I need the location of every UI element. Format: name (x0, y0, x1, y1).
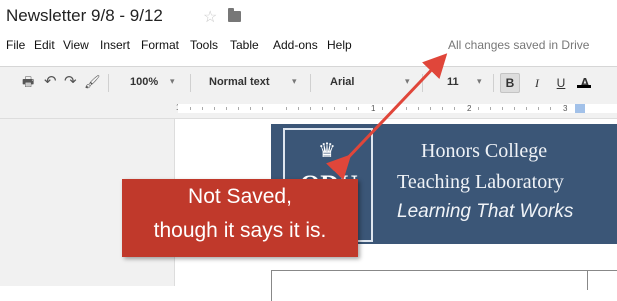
chevron-down-icon[interactable]: ▾ (405, 76, 410, 87)
menu-tools[interactable]: Tools (190, 38, 218, 52)
italic-button[interactable]: I (527, 73, 547, 93)
chevron-down-icon[interactable]: ▾ (292, 76, 297, 87)
crown-icon: ♛ (318, 140, 336, 162)
chevron-down-icon[interactable]: ▾ (477, 76, 482, 87)
font-size-select[interactable]: 11 (447, 76, 459, 88)
menu-file[interactable]: File (6, 38, 25, 52)
document-title[interactable]: Newsletter 9/8 - 9/12 (6, 6, 163, 26)
bold-button[interactable]: B (500, 73, 520, 93)
ruler-track: 1 2 3 (178, 104, 617, 113)
undo-icon[interactable]: ↶ (44, 74, 57, 89)
banner-line-2: Teaching Laboratory (397, 171, 564, 193)
paint-format-icon[interactable]: 🖌 (84, 75, 101, 89)
save-status[interactable]: All changes saved in Drive (448, 38, 617, 52)
ruler-number: 3 (563, 104, 568, 113)
indent-marker[interactable] (575, 104, 585, 113)
banner-line-3: Learning That Works (397, 201, 574, 222)
text-color-button[interactable]: A (575, 73, 595, 93)
menu-insert[interactable]: Insert (100, 38, 130, 52)
toolbar-divider (493, 74, 494, 92)
table-column-divider (587, 270, 588, 290)
ruler[interactable]: 1 1 2 3 (0, 99, 617, 119)
annotation-line-2: though it says it is. (153, 219, 327, 242)
chevron-down-icon[interactable]: ▾ (170, 76, 175, 87)
toolbar-divider (422, 74, 423, 92)
font-select[interactable]: Arial (330, 76, 354, 88)
menu-edit[interactable]: Edit (34, 38, 55, 52)
menu-table[interactable]: Table (230, 38, 259, 52)
menu-format[interactable]: Format (141, 38, 179, 52)
toolbar-divider (108, 74, 109, 92)
zoom-select[interactable]: 100% (130, 76, 158, 88)
toolbar: 🖶 ↶ ↷ 🖌 100% ▾ Normal text ▾ Arial ▾ 11 … (0, 66, 617, 100)
ruler-number: 2 (467, 104, 472, 113)
redo-icon[interactable]: ↷ (64, 74, 77, 89)
folder-icon[interactable] (228, 8, 241, 22)
annotation-line-1: Not Saved, (188, 185, 292, 208)
menu-addons[interactable]: Add-ons (273, 38, 318, 52)
annotation-callout: Not Saved, though it says it is. (122, 179, 358, 257)
menu-view[interactable]: View (63, 38, 89, 52)
text-color-swatch (577, 85, 591, 88)
banner-line-1: Honors College (421, 140, 548, 162)
ruler-number: 1 (371, 104, 376, 113)
style-select[interactable]: Normal text (209, 76, 270, 88)
title-bar: Newsletter 9/8 - 9/12 ☆ (0, 0, 617, 34)
underline-button[interactable]: U (551, 73, 571, 93)
toolbar-divider (190, 74, 191, 92)
star-icon[interactable]: ☆ (203, 7, 217, 27)
toolbar-divider (310, 74, 311, 92)
menu-help[interactable]: Help (327, 38, 352, 52)
print-icon[interactable]: 🖶 (22, 75, 34, 89)
